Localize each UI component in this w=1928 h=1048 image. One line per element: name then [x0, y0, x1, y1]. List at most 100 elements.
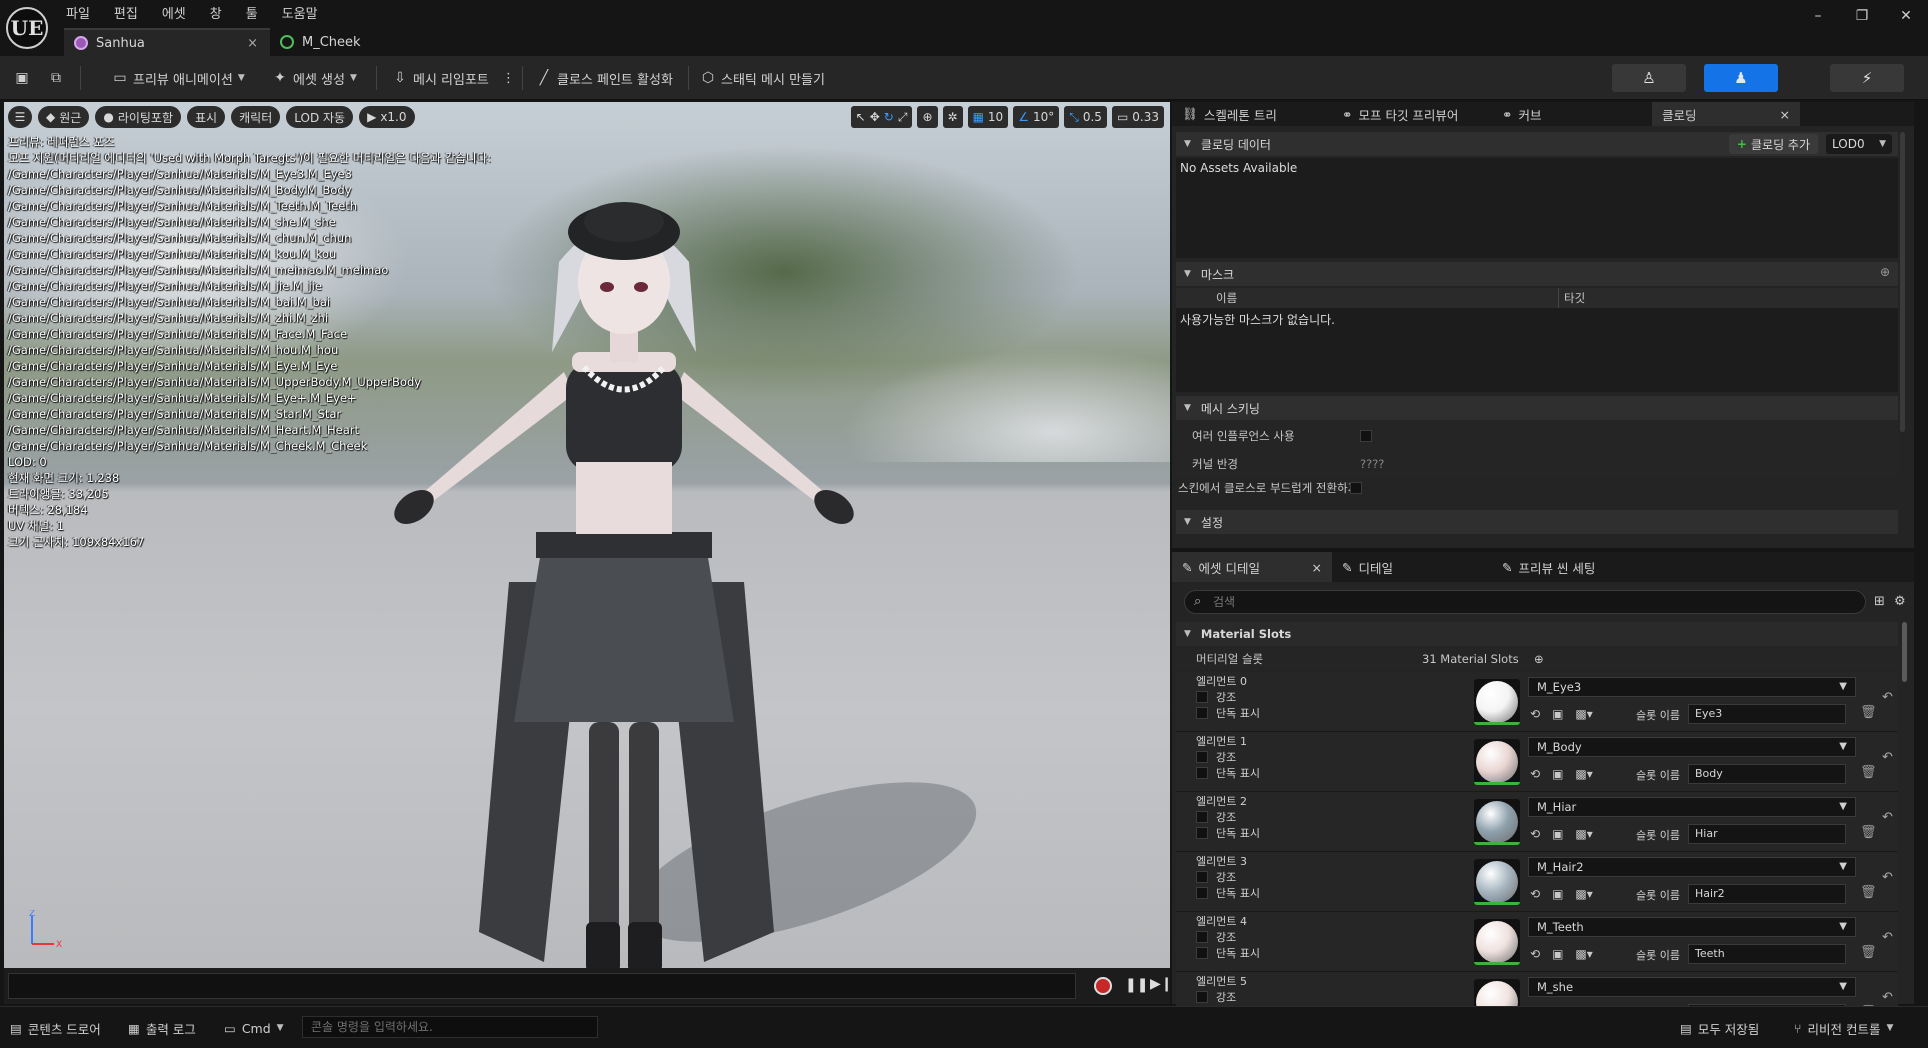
- material-thumbnail[interactable]: [1474, 919, 1520, 965]
- unreal-logo[interactable]: UE: [6, 7, 48, 49]
- search-input[interactable]: 검색: [1184, 590, 1866, 614]
- tab-m-cheek[interactable]: M_Cheek: [270, 28, 373, 56]
- skeleton-mode-button[interactable]: ♙: [1612, 64, 1686, 92]
- material-dropdown[interactable]: M_Teeth ▼: [1528, 917, 1856, 937]
- delete-icon[interactable]: 🗑: [1860, 825, 1877, 840]
- save-button[interactable]: ▣: [14, 65, 30, 91]
- material-thumbnail[interactable]: [1474, 679, 1520, 725]
- add-mask-icon[interactable]: ⊕: [1880, 265, 1890, 279]
- reset-icon[interactable]: ↶: [1882, 810, 1893, 825]
- mesh-mode-button[interactable]: ♟: [1704, 64, 1778, 92]
- scale-snap-button[interactable]: ⤡ 0.5: [1064, 106, 1107, 128]
- menu-edit[interactable]: 편집: [114, 3, 138, 22]
- transform-tools[interactable]: ↖ ✥ ↻ ⤢: [850, 106, 913, 128]
- isolate-checkbox[interactable]: [1196, 947, 1208, 959]
- folder-icon[interactable]: ▣: [1552, 707, 1563, 721]
- mesh-reimport-button[interactable]: ⇩ 메시 리임포트: [392, 65, 489, 91]
- isolate-checkbox[interactable]: [1196, 827, 1208, 839]
- clothing-asset-list[interactable]: No Assets Available: [1176, 158, 1898, 258]
- texture-icon[interactable]: ▩▾: [1575, 707, 1592, 721]
- lighting-button[interactable]: ● 라이팅포함: [95, 106, 182, 128]
- isolate-checkbox[interactable]: [1196, 767, 1208, 779]
- reset-icon[interactable]: ↶: [1882, 930, 1893, 945]
- close-window-button[interactable]: ✕: [1884, 0, 1928, 32]
- perspective-button[interactable]: ◆ 원근: [38, 106, 90, 128]
- minimize-button[interactable]: –: [1796, 0, 1840, 32]
- material-slots-header[interactable]: ▼ Material Slots: [1176, 622, 1898, 646]
- menu-help[interactable]: 도움말: [282, 3, 318, 22]
- highlight-checkbox[interactable]: [1196, 871, 1208, 883]
- tab-curves[interactable]: ⚭ 커브: [1492, 102, 1652, 126]
- tab-sanhua[interactable]: Sanhua ×: [64, 28, 270, 56]
- viewport-menu-button[interactable]: ☰: [8, 106, 32, 128]
- mask-header[interactable]: ▼ 마스크 ⊕: [1176, 262, 1898, 286]
- content-drawer-button[interactable]: ▤ 콘텐츠 드로어: [10, 1017, 101, 1039]
- output-log-button[interactable]: ▦ 출력 로그: [128, 1017, 196, 1039]
- lod-dropdown[interactable]: LOD0 ▼: [1826, 134, 1892, 154]
- menu-tools[interactable]: 툴: [246, 3, 258, 22]
- show-button[interactable]: 표시: [187, 106, 226, 128]
- tab-preview-scene-settings[interactable]: ✎ 프리뷰 씬 세팅: [1492, 552, 1692, 582]
- close-icon[interactable]: ×: [1780, 107, 1790, 122]
- slot-name-input[interactable]: Body: [1688, 764, 1846, 784]
- make-static-mesh-button[interactable]: ⬡ 스태틱 메시 만들기: [700, 65, 825, 91]
- maximize-button[interactable]: ❐: [1840, 0, 1884, 32]
- grid-snap-button[interactable]: ▦ 10: [967, 106, 1009, 128]
- tab-morph-target-previewer[interactable]: ⚭ 모프 타깃 프리뷰어: [1332, 102, 1492, 126]
- view-options-icon[interactable]: ⊞: [1874, 594, 1885, 609]
- reset-icon[interactable]: ↶: [1882, 870, 1893, 885]
- delete-icon[interactable]: 🗑: [1860, 885, 1877, 900]
- browse-to-asset-icon[interactable]: ⟲: [1530, 887, 1540, 901]
- delete-icon[interactable]: 🗑: [1860, 705, 1877, 720]
- material-dropdown[interactable]: M_Hair2 ▼: [1528, 857, 1856, 877]
- viewport[interactable]: ☰ ◆ 원근 ● 라이팅포함 표시 캐릭터 LOD 자동 ▶ x1.0 ↖ ✥ ↻ ⤢ ⊕ …: [4, 102, 1170, 968]
- close-icon[interactable]: ×: [247, 36, 258, 51]
- material-dropdown[interactable]: M_Eye3 ▼: [1528, 677, 1856, 697]
- material-thumbnail[interactable]: [1474, 859, 1520, 905]
- menu-file[interactable]: 파일: [66, 3, 90, 22]
- browse-to-asset-icon[interactable]: ⟲: [1530, 707, 1540, 721]
- pause-button[interactable]: ❚❚: [1125, 977, 1148, 993]
- camera-speed-setting[interactable]: ▭ 0.33: [1111, 106, 1164, 128]
- menu-asset[interactable]: 에셋: [162, 3, 186, 22]
- camera-speed-button[interactable]: ⊕: [917, 106, 938, 128]
- reset-icon[interactable]: ↶: [1882, 690, 1893, 705]
- surface-snap-button[interactable]: ✲: [942, 106, 963, 128]
- settings-header[interactable]: ▼ 설정: [1176, 510, 1898, 534]
- menu-window[interactable]: 창: [210, 3, 222, 22]
- reset-icon[interactable]: ↶: [1882, 990, 1893, 1005]
- step-forward-button[interactable]: ▶❙: [1150, 976, 1173, 992]
- gear-icon[interactable]: ⚙: [1894, 594, 1906, 609]
- material-thumbnail[interactable]: [1474, 739, 1520, 785]
- angle-snap-button[interactable]: ∠ 10°: [1013, 106, 1060, 128]
- texture-icon[interactable]: ▩▾: [1575, 887, 1592, 901]
- smooth-transition-checkbox[interactable]: [1350, 482, 1362, 494]
- slot-name-input[interactable]: Eye3: [1688, 704, 1846, 724]
- highlight-checkbox[interactable]: [1196, 691, 1208, 703]
- browse-to-asset-icon[interactable]: ⟲: [1530, 767, 1540, 781]
- clothing-data-header[interactable]: ▼ 클로딩 데이터 + 클로딩 추가 LOD0 ▼: [1176, 132, 1898, 156]
- playback-speed-button[interactable]: ▶ x1.0: [359, 106, 415, 128]
- multi-influence-checkbox[interactable]: [1360, 430, 1372, 442]
- highlight-checkbox[interactable]: [1196, 751, 1208, 763]
- tab-clothing[interactable]: 클로딩 ×: [1652, 102, 1800, 126]
- mesh-skinning-header[interactable]: ▼ 메시 스키닝: [1176, 396, 1898, 420]
- isolate-checkbox[interactable]: [1196, 707, 1208, 719]
- record-button[interactable]: [1094, 977, 1112, 995]
- revision-control-button[interactable]: ⑂ 리비전 컨트롤 ▼: [1794, 1017, 1893, 1039]
- close-icon[interactable]: ×: [1312, 560, 1322, 575]
- texture-icon[interactable]: ▩▾: [1575, 827, 1592, 841]
- column-name[interactable]: 이름: [1216, 290, 1237, 306]
- texture-icon[interactable]: ▩▾: [1575, 947, 1592, 961]
- timeline-scrubber[interactable]: [8, 973, 1076, 999]
- delete-icon[interactable]: 🗑: [1860, 945, 1877, 960]
- highlight-checkbox[interactable]: [1196, 811, 1208, 823]
- browse-button[interactable]: ⧉: [48, 65, 64, 91]
- top-panel-scrollbar[interactable]: [1900, 132, 1905, 432]
- create-asset-dropdown[interactable]: ✦ 에셋 생성 ▼: [272, 65, 357, 91]
- cmd-dropdown[interactable]: ▭ Cmd ▼: [224, 1017, 284, 1039]
- texture-icon[interactable]: ▩▾: [1575, 767, 1592, 781]
- folder-icon[interactable]: ▣: [1552, 947, 1563, 961]
- lod-button[interactable]: LOD 자동: [286, 106, 354, 128]
- browse-to-asset-icon[interactable]: ⟲: [1530, 827, 1540, 841]
